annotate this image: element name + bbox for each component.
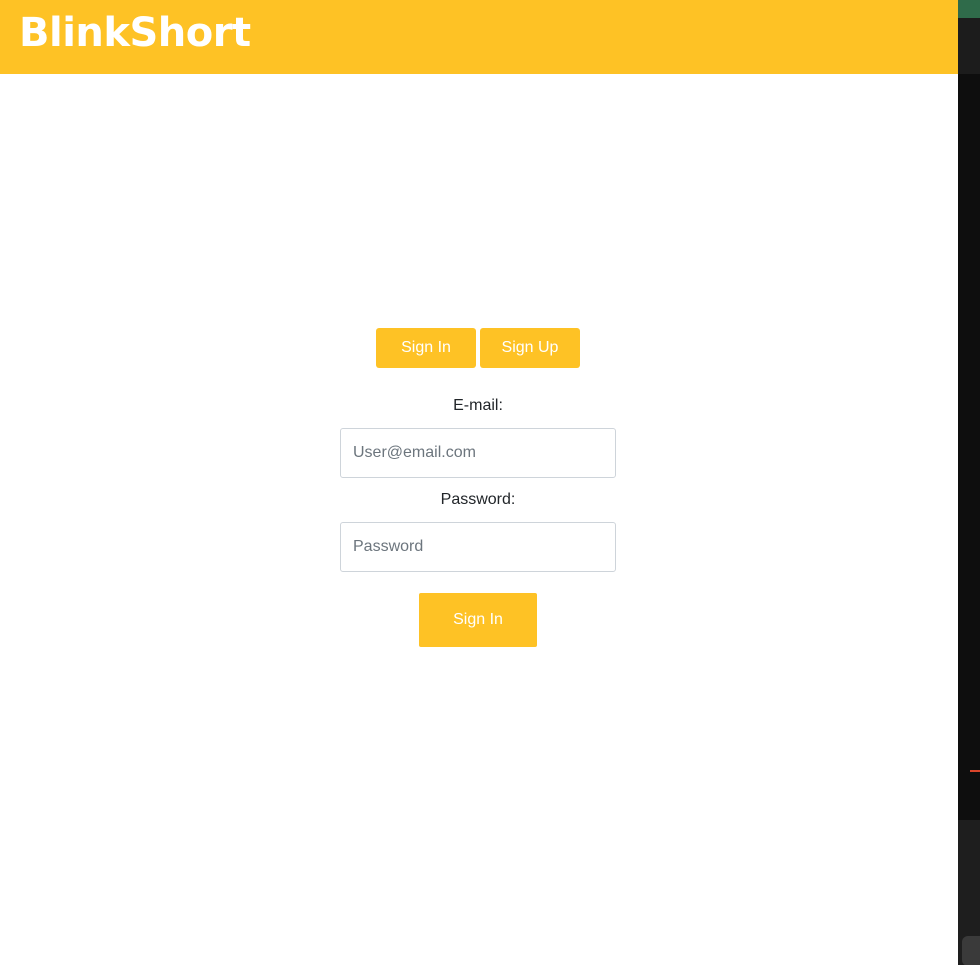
brand-logo[interactable]: BlinkShort	[19, 10, 251, 56]
adjacent-window-toolbar	[958, 18, 980, 74]
header-bar: BlinkShort	[0, 0, 958, 74]
password-label: Password:	[440, 491, 516, 508]
tab-sign-up[interactable]: Sign Up	[480, 328, 580, 368]
sign-in-submit-button[interactable]: Sign In	[419, 593, 537, 647]
page: BlinkShort Sign In Sign Up E-mail: Passw…	[0, 0, 980, 965]
adjacent-window-titlebar	[958, 0, 980, 18]
adjacent-window-strip	[958, 0, 980, 965]
tab-sign-in[interactable]: Sign In	[376, 328, 476, 368]
taskbar-app-icon[interactable]	[962, 936, 980, 965]
password-field[interactable]	[340, 522, 616, 572]
email-field[interactable]	[340, 428, 616, 478]
app-window: BlinkShort Sign In Sign Up E-mail: Passw…	[0, 0, 958, 965]
email-label: E-mail:	[453, 397, 503, 414]
adjacent-window-marker	[970, 770, 980, 772]
